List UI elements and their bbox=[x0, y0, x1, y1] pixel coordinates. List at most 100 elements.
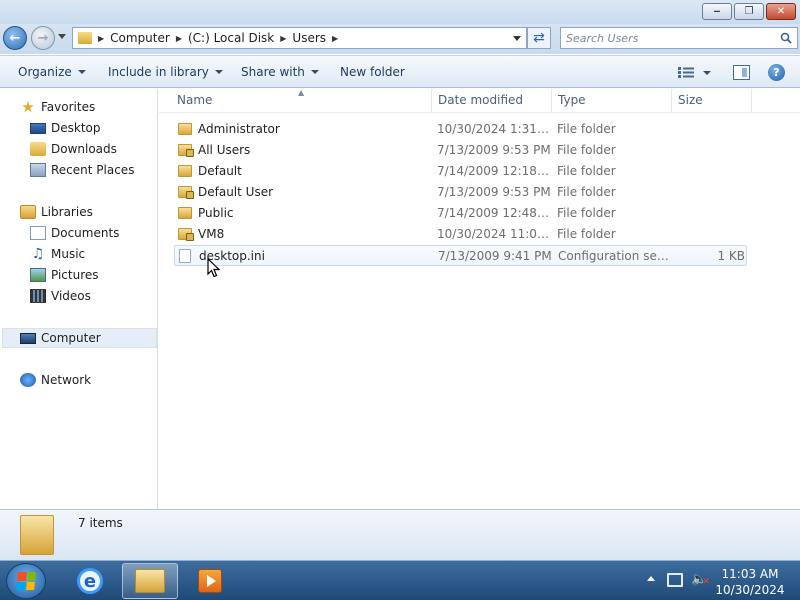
file-type: File folder bbox=[557, 227, 616, 241]
chevron-down-icon bbox=[77, 70, 86, 74]
file-date: 7/13/2009 9:53 PM bbox=[437, 143, 551, 157]
volume-muted-icon[interactable]: 🔈 ✕ bbox=[691, 573, 710, 588]
sort-ascending-icon: ▲ bbox=[298, 88, 305, 97]
search-box[interactable] bbox=[560, 27, 798, 49]
chevron-down-icon bbox=[310, 70, 319, 74]
file-date: 7/13/2009 9:41 PM bbox=[438, 249, 552, 263]
recent-places-icon bbox=[30, 163, 46, 177]
organize-button[interactable]: Organize bbox=[18, 65, 86, 79]
folder-icon bbox=[178, 123, 192, 135]
navigation-pane: ★ Favorites Desktop Downloads Recent Plac… bbox=[0, 89, 158, 509]
view-options-dropdown[interactable] bbox=[703, 71, 711, 75]
include-in-library-button[interactable]: Include in library bbox=[108, 65, 223, 79]
breadcrumb-local-disk[interactable]: (C:) Local Disk ▶ bbox=[188, 31, 286, 45]
details-pane: 7 items bbox=[0, 509, 800, 560]
column-size[interactable]: Size bbox=[678, 93, 703, 107]
column-divider[interactable] bbox=[551, 89, 552, 113]
mouse-pointer-icon bbox=[207, 258, 221, 278]
forward-button[interactable]: → bbox=[31, 26, 55, 50]
videos-icon bbox=[30, 289, 46, 303]
maximize-button[interactable]: ❐ bbox=[734, 3, 764, 20]
nav-videos[interactable]: Videos bbox=[30, 286, 91, 306]
file-row[interactable]: Default 7/14/2009 12:18 AM File folder bbox=[174, 161, 747, 182]
windows-logo-icon bbox=[16, 572, 36, 590]
nav-libraries[interactable]: Libraries bbox=[20, 202, 93, 222]
locked-folder-icon bbox=[178, 144, 194, 157]
file-name: desktop.ini bbox=[199, 249, 265, 263]
nav-pictures[interactable]: Pictures bbox=[30, 265, 99, 285]
file-row[interactable]: VM8 10/30/2024 11:03 ... File folder bbox=[174, 224, 747, 245]
network-icon bbox=[20, 373, 36, 387]
address-bar[interactable]: ▶ Computer ▶ (C:) Local Disk ▶ Users ▶ bbox=[72, 27, 527, 49]
network-status-icon[interactable] bbox=[667, 573, 683, 587]
recent-pages-dropdown[interactable] bbox=[58, 34, 66, 39]
file-type: Configuration sett... bbox=[558, 249, 673, 263]
nav-desktop[interactable]: Desktop bbox=[30, 118, 101, 138]
libraries-icon bbox=[20, 205, 36, 219]
file-row-hovered[interactable]: desktop.ini 7/13/2009 9:41 PM Configurat… bbox=[174, 245, 747, 266]
taskbar-media-player[interactable] bbox=[182, 563, 238, 599]
file-row[interactable]: Public 7/14/2009 12:48 AM File folder bbox=[174, 203, 747, 224]
breadcrumb-computer[interactable]: Computer ▶ bbox=[110, 31, 182, 45]
file-type: File folder bbox=[557, 143, 616, 157]
start-button[interactable] bbox=[6, 563, 46, 599]
close-button[interactable]: ✕ bbox=[766, 3, 796, 20]
items-count: 7 items bbox=[78, 516, 123, 530]
music-icon: ♫ bbox=[31, 246, 45, 262]
file-name: Administrator bbox=[198, 122, 280, 136]
show-hidden-icons-icon[interactable] bbox=[647, 576, 655, 581]
nav-recent-places[interactable]: Recent Places bbox=[30, 160, 134, 180]
nav-downloads[interactable]: Downloads bbox=[30, 139, 117, 159]
file-date: 7/14/2009 12:18 AM bbox=[437, 164, 552, 178]
file-name: VM8 bbox=[198, 227, 225, 241]
windows-explorer-icon bbox=[135, 569, 165, 593]
breadcrumb-root-arrow[interactable]: ▶ bbox=[98, 34, 104, 43]
address-history-dropdown[interactable] bbox=[513, 36, 521, 41]
back-button[interactable]: ← bbox=[3, 26, 27, 50]
nav-network[interactable]: Network bbox=[20, 370, 91, 390]
column-divider[interactable] bbox=[671, 89, 672, 113]
change-view-icon[interactable] bbox=[678, 66, 694, 79]
file-date: 7/13/2009 9:53 PM bbox=[437, 185, 551, 199]
nav-computer[interactable]: Computer bbox=[2, 328, 157, 348]
folder-icon bbox=[20, 515, 54, 555]
system-clock[interactable]: 11:03 AM 10/30/2024 bbox=[714, 566, 786, 598]
address-row: ← → ▶ Computer ▶ (C:) Local Disk ▶ Users ▶ … bbox=[0, 24, 800, 54]
file-type: File folder bbox=[557, 206, 616, 220]
nav-documents[interactable]: Documents bbox=[30, 223, 119, 243]
file-row[interactable]: Administrator 10/30/2024 1:31 PM File fo… bbox=[174, 119, 747, 140]
file-size: 1 KB bbox=[717, 249, 745, 263]
config-file-icon bbox=[179, 249, 191, 263]
folder-icon bbox=[78, 32, 92, 44]
refresh-button[interactable]: ⇄ bbox=[527, 27, 551, 49]
help-icon[interactable]: ? bbox=[768, 64, 785, 81]
column-divider[interactable] bbox=[751, 89, 752, 113]
column-divider[interactable] bbox=[431, 89, 432, 113]
column-date-modified[interactable]: Date modified bbox=[438, 93, 523, 107]
search-input[interactable] bbox=[561, 28, 761, 48]
nav-music[interactable]: ♫ Music bbox=[30, 244, 85, 264]
refresh-icon: ⇄ bbox=[533, 30, 545, 46]
minimize-button[interactable]: ‒ bbox=[702, 3, 732, 20]
documents-icon bbox=[30, 226, 46, 240]
share-with-button[interactable]: Share with bbox=[241, 65, 319, 79]
nav-favorites[interactable]: ★ Favorites bbox=[20, 97, 95, 117]
taskbar-internet-explorer[interactable]: e bbox=[62, 563, 118, 599]
close-icon: ✕ bbox=[776, 6, 786, 17]
breadcrumb-users[interactable]: Users ▶ bbox=[292, 31, 338, 45]
search-icon[interactable] bbox=[780, 32, 792, 44]
taskbar: e 🔈 ✕ 11:03 AM 10/30/2024 bbox=[0, 560, 800, 600]
clock-date: 10/30/2024 bbox=[715, 583, 785, 597]
file-row[interactable]: All Users 7/13/2009 9:53 PM File folder bbox=[174, 140, 747, 161]
preview-pane-icon[interactable] bbox=[733, 65, 750, 80]
forward-arrow-icon: → bbox=[37, 30, 49, 46]
column-type[interactable]: Type bbox=[558, 93, 586, 107]
file-name: All Users bbox=[198, 143, 251, 157]
column-name[interactable]: Name bbox=[177, 93, 212, 107]
file-name: Default bbox=[198, 164, 242, 178]
taskbar-windows-explorer[interactable] bbox=[122, 563, 178, 599]
computer-icon bbox=[20, 332, 36, 344]
file-date: 10/30/2024 1:31 PM bbox=[437, 122, 552, 136]
new-folder-button[interactable]: New folder bbox=[340, 65, 405, 79]
file-row[interactable]: Default User 7/13/2009 9:53 PM File fold… bbox=[174, 182, 747, 203]
